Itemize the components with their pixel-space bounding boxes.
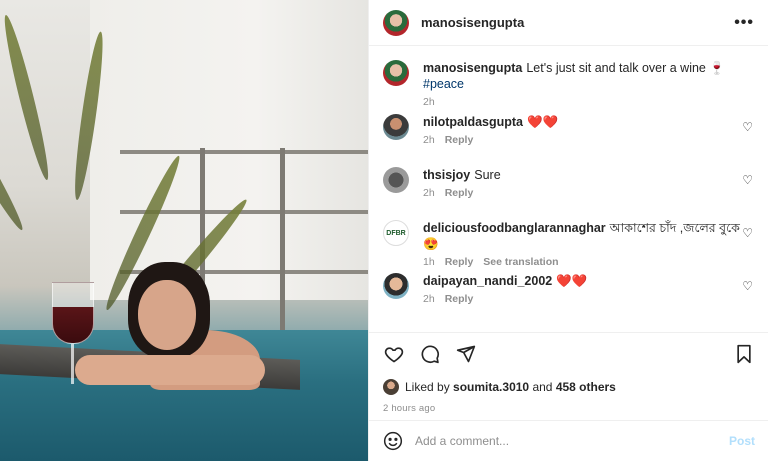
reply-button[interactable]: Reply <box>445 293 474 305</box>
comment-body: Sure <box>474 168 501 182</box>
photo-wine-glass-stem <box>71 344 74 384</box>
emoji-icon[interactable] <box>383 431 403 451</box>
comment-time: 2h <box>423 134 435 146</box>
likes-summary: Liked by soumita.3010 and 458 others <box>383 379 755 395</box>
post-comment-button[interactable]: Post <box>729 434 755 448</box>
action-icons-row <box>383 343 755 365</box>
commenter-avatar[interactable]: DFBR <box>383 220 409 246</box>
like-comment-heart-icon[interactable]: ♡ <box>742 226 753 240</box>
reply-button[interactable]: Reply <box>445 187 474 199</box>
caption-text: manosisengupta Let's just sit and talk ov… <box>423 60 755 92</box>
comment-username[interactable]: deliciousfoodbanglarannaghar <box>423 221 606 235</box>
comment-row: daipayan_nandi_2002 ❤️❤️ 2h Reply ♡ <box>383 259 755 312</box>
comment-text: thsisjoy Sure <box>423 167 755 183</box>
like-comment-heart-icon[interactable]: ♡ <box>742 173 753 187</box>
caption-username[interactable]: manosisengupta <box>423 61 522 75</box>
photo-railing-post <box>280 148 285 338</box>
comment-row: nilotpaldasgupta ❤️❤️ 2h Reply ♡ <box>383 100 755 153</box>
liker-username[interactable]: soumita.3010 <box>453 380 529 394</box>
comment-row: thsisjoy Sure 2h Reply ♡ <box>383 153 755 206</box>
comment-username[interactable]: nilotpaldasgupta <box>423 115 523 129</box>
bookmark-icon[interactable] <box>733 343 755 365</box>
post-header: manosisengupta ••• <box>369 0 768 46</box>
likes-conjunction: and <box>532 380 553 394</box>
photo-wine-glass <box>52 282 94 344</box>
comment-meta: 2h Reply <box>423 134 755 146</box>
reply-button[interactable]: Reply <box>445 134 474 146</box>
comment-meta: 2h Reply <box>423 187 755 199</box>
comment-meta: 2h Reply <box>423 293 755 305</box>
comment-composer: Post <box>369 420 768 461</box>
like-comment-heart-icon[interactable]: ♡ <box>742 120 753 134</box>
comment-body: ❤️❤️ <box>556 274 588 288</box>
comment-text: deliciousfoodbanglarannaghar আকাশের চাঁদ … <box>423 220 755 252</box>
caption-row: manosisengupta Let's just sit and talk ov… <box>383 46 755 108</box>
comment-body: ❤️❤️ <box>527 115 559 129</box>
author-username[interactable]: manosisengupta <box>421 15 734 30</box>
likes-others-link[interactable]: 458 others <box>556 380 616 394</box>
caption-hashtag[interactable]: #peace <box>423 77 464 91</box>
share-icon[interactable] <box>455 343 477 365</box>
posted-time: 2 hours ago <box>383 403 436 414</box>
like-comment-heart-icon[interactable]: ♡ <box>742 279 753 293</box>
commenter-avatar[interactable] <box>383 167 409 193</box>
more-options-icon[interactable]: ••• <box>734 14 754 32</box>
photo-plant-leaf <box>0 13 54 182</box>
likes-prefix: Liked by <box>405 380 450 394</box>
comment-row: DFBR deliciousfoodbanglarannaghar আকাশের … <box>383 206 755 268</box>
comment-text: nilotpaldasgupta ❤️❤️ <box>423 114 755 130</box>
comment-icon[interactable] <box>419 343 441 365</box>
comment-time: 2h <box>423 293 435 305</box>
comment-input[interactable] <box>415 434 729 448</box>
like-heart-icon[interactable] <box>383 343 405 365</box>
comment-text: daipayan_nandi_2002 ❤️❤️ <box>423 273 755 289</box>
post-actions: Liked by soumita.3010 and 458 others 2 h… <box>369 332 768 414</box>
post-details-panel: manosisengupta ••• manosisengupta Let's j… <box>368 0 768 461</box>
photo-person-arms <box>75 355 265 385</box>
photo-railing <box>120 150 368 154</box>
comment-username[interactable]: daipayan_nandi_2002 <box>423 274 552 288</box>
author-avatar[interactable] <box>383 9 409 36</box>
commenter-avatar[interactable] <box>383 114 409 140</box>
comment-username[interactable]: thsisjoy <box>423 168 470 182</box>
photo-person-face <box>138 280 196 350</box>
post-photo[interactable] <box>0 0 368 461</box>
caption-author-avatar[interactable] <box>383 60 409 86</box>
liker-avatar[interactable] <box>383 379 399 395</box>
commenter-avatar[interactable] <box>383 273 409 299</box>
comments-list[interactable]: manosisengupta Let's just sit and talk ov… <box>369 46 768 330</box>
caption-body: Let's just sit and talk over a wine 🍷 <box>526 61 725 75</box>
comment-time: 2h <box>423 187 435 199</box>
